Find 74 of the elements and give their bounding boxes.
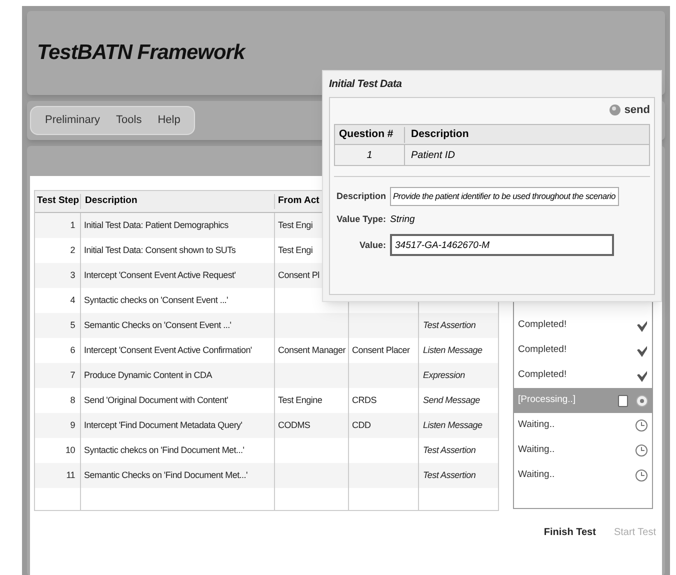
table-cell-text: Listen Message	[423, 344, 482, 357]
field-label: Value:	[358, 238, 386, 252]
step-cell-text: 7	[70, 368, 75, 382]
table-cell-text: Semantic Checks on 'Consent Event ...'	[84, 318, 232, 332]
step-cell-text: 2	[70, 244, 75, 257]
check-icon	[636, 344, 648, 356]
column-header: Test Step	[35, 194, 81, 209]
dialog-title: Initial Test Data	[329, 77, 403, 92]
table-cell-text: Test Engi	[278, 244, 313, 257]
table-cell-text: Intercept 'Find Document Metadata Query'	[84, 418, 242, 432]
send-button[interactable]: send	[609, 102, 650, 118]
app-title: TestBATN Framework	[37, 40, 245, 66]
column-header: From Act	[277, 194, 320, 208]
table-cell-text: Expression	[423, 368, 465, 382]
table-cell-text: Consent Manager	[278, 344, 346, 357]
description-field: Provide the patient identifier to be used throughout the scenario	[390, 187, 619, 206]
check-icon	[636, 370, 648, 382]
table-cell-text: CRDS	[352, 394, 376, 407]
radio-icon	[636, 394, 648, 406]
table-cell-text: Test Engine	[278, 394, 322, 407]
status-text: Waiting..	[518, 418, 555, 432]
table-cell-text: Intercept 'Consent Event Active Request'	[84, 268, 236, 282]
table-cell-text: Syntactic checks on 'Consent Event ...'	[84, 294, 228, 307]
status-text: Completed!	[518, 343, 567, 358]
table-cell-text: Intercept 'Consent Event Active Confirmation'	[84, 344, 252, 357]
globe-icon	[609, 104, 622, 116]
table-cell-text: Send Message	[423, 394, 480, 407]
table-cell-text: Initial Test Data: Patient Demographics	[84, 218, 228, 232]
status-text: [Processing..]	[518, 393, 576, 408]
table-cell-text: Consent Pl	[278, 268, 320, 282]
status-text: Completed!	[518, 318, 567, 332]
table-cell-text: CDD	[352, 418, 371, 432]
document-icon	[618, 394, 628, 406]
clock-icon	[635, 444, 648, 457]
menu-item[interactable]: Preliminary	[45, 112, 100, 129]
clock-icon	[635, 469, 648, 482]
table-cell-text: 1	[366, 148, 372, 163]
check-icon	[636, 320, 648, 332]
step-cell-text: 8	[70, 394, 75, 407]
column-header: Description	[410, 126, 470, 142]
status-text: Waiting..	[518, 468, 555, 482]
step-cell-text: 6	[70, 344, 75, 357]
step-cell-text: 1	[70, 218, 75, 232]
table-cell-text: Send 'Original Document with Content'	[84, 394, 228, 407]
field-label: Value Type:	[336, 213, 386, 226]
column-header: Description	[81, 194, 275, 209]
table-cell-text: Test Assertion	[423, 444, 476, 457]
step-cell-text: 4	[70, 294, 75, 307]
table-cell-text: Initial Test Data: Consent shown to SUTs	[84, 244, 236, 257]
column-header: Question #	[335, 126, 405, 143]
table-cell-text: Produce Dynamic Content in CDA	[84, 368, 212, 382]
status-text: Waiting..	[518, 443, 555, 458]
field-label: Description	[335, 190, 386, 203]
clock-icon	[635, 419, 648, 432]
table-cell-text: CODMS	[278, 418, 310, 432]
table-cell-text: Listen Message	[423, 418, 482, 432]
table-cell-text: Test Engi	[278, 218, 313, 232]
value-type-text: String	[390, 213, 415, 227]
table-cell-text: Syntactic chekcs on 'Find Document Met...'	[84, 444, 244, 457]
menu-item[interactable]: Help	[158, 112, 180, 129]
value-field[interactable]: 34517-GA-1462670-M	[390, 234, 614, 256]
status-text: Completed!	[518, 368, 567, 382]
step-cell-text: 10	[66, 444, 75, 457]
step-cell-text: 3	[70, 268, 75, 282]
step-cell-text: 11	[66, 468, 75, 482]
step-cell-text: 9	[70, 418, 75, 432]
table-cell-text: Semantic Checks on 'Find Document Met...'	[84, 468, 248, 482]
step-cell-text: 5	[70, 318, 75, 332]
table-cell-text: Test Assertion	[423, 468, 476, 482]
menu-item[interactable]: Tools	[116, 112, 142, 129]
table-cell-text: Patient ID	[410, 148, 456, 163]
table-cell-text: Test Assertion	[423, 318, 476, 332]
table-cell-text: Consent Placer	[352, 344, 410, 357]
action-button[interactable]: Finish Test	[544, 525, 596, 540]
